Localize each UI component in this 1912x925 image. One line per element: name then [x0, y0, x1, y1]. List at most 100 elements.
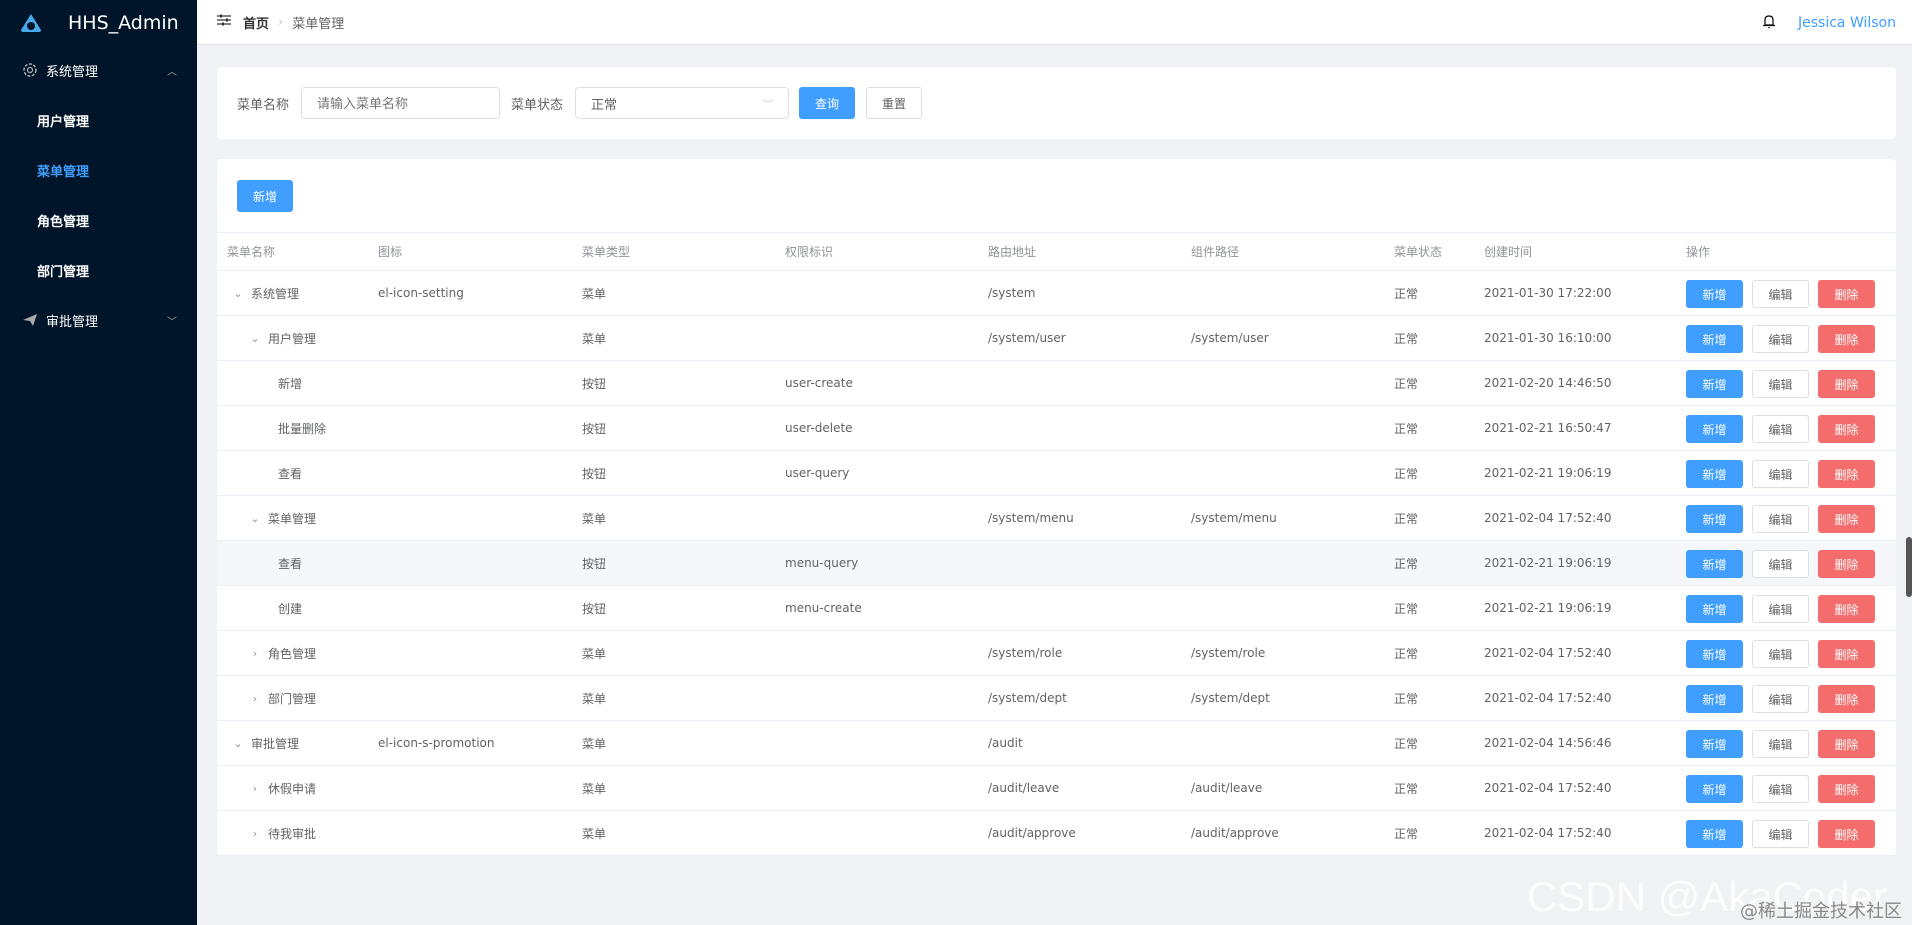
created-cell: 2021-02-21 19:06:19 [1484, 556, 1612, 570]
created-cell: 2021-02-21 19:06:19 [1484, 601, 1612, 615]
chevron-right-icon[interactable]: › [250, 647, 260, 660]
table-row[interactable]: › 待我审批 菜单/audit/approve/audit/approve 正常 202… [217, 811, 1896, 856]
menu-status-select[interactable]: 正常 ﹀ [575, 87, 790, 119]
delete-button[interactable]: 删除 [1818, 640, 1875, 668]
status-cell: 正常 [1394, 466, 1419, 481]
edit-button[interactable]: 编辑 [1752, 370, 1809, 398]
delete-button[interactable]: 删除 [1818, 415, 1875, 443]
menu-status-label: 菜单状态 [511, 97, 564, 113]
menu-name: 批量删除 [278, 421, 327, 436]
sidebar-item-menus[interactable]: 菜单管理 [0, 145, 197, 195]
header: 首页 › 菜单管理 Jessica Wilson [197, 0, 1912, 45]
delete-button[interactable]: 删除 [1818, 820, 1875, 848]
delete-button[interactable]: 删除 [1818, 280, 1875, 308]
edit-button[interactable]: 编辑 [1752, 595, 1809, 623]
add-child-button[interactable]: 新增 [1686, 280, 1743, 308]
delete-button[interactable]: 删除 [1818, 505, 1875, 533]
reset-button[interactable]: 重置 [866, 87, 923, 119]
chevron-down-icon[interactable]: ⌄ [250, 512, 260, 525]
sidebar-item-roles[interactable]: 角色管理 [0, 195, 197, 245]
delete-button[interactable]: 删除 [1818, 325, 1875, 353]
edit-button[interactable]: 编辑 [1752, 415, 1809, 443]
delete-button[interactable]: 删除 [1818, 460, 1875, 488]
name-cell: › 部门管理 [250, 676, 316, 720]
add-child-button[interactable]: 新增 [1686, 325, 1743, 353]
add-child-button[interactable]: 新增 [1686, 550, 1743, 578]
add-child-button[interactable]: 新增 [1686, 460, 1743, 488]
table-row[interactable]: 创建 按钮 menu-create 正常 2021-02-21 19:06:19 新增 编辑… [217, 586, 1896, 631]
add-child-button[interactable]: 新增 [1686, 505, 1743, 533]
chevron-down-icon[interactable]: ⌄ [233, 287, 243, 300]
table-row[interactable]: 批量删除 按钮 user-delete 正常 2021-02-21 16:50:47 新增… [217, 406, 1896, 451]
add-child-button[interactable]: 新增 [1686, 730, 1743, 758]
edit-button[interactable]: 编辑 [1752, 325, 1809, 353]
type-cell: 菜单 [582, 781, 607, 796]
column-header: 组件路径 [1191, 245, 1240, 259]
edit-button[interactable]: 编辑 [1752, 820, 1809, 848]
table-row[interactable]: › 部门管理 菜单/system/dept/system/dept 正常 2021-02… [217, 676, 1896, 721]
delete-button[interactable]: 删除 [1818, 370, 1875, 398]
sidebar-item-users[interactable]: 用户管理 [0, 95, 197, 145]
delete-button[interactable]: 删除 [1818, 550, 1875, 578]
type-cell: 菜单 [582, 511, 607, 526]
edit-button[interactable]: 编辑 [1752, 550, 1809, 578]
table-row[interactable]: ⌄ 用户管理 菜单/system/user/system/user 正常 2021-01… [217, 316, 1896, 361]
delete-button[interactable]: 删除 [1818, 595, 1875, 623]
created-cell: 2021-02-04 14:56:46 [1484, 736, 1612, 750]
column-header: 菜单状态 [1394, 245, 1443, 259]
add-child-button[interactable]: 新增 [1686, 595, 1743, 623]
edit-button[interactable]: 编辑 [1752, 775, 1809, 803]
created-cell: 2021-02-04 17:52:40 [1484, 691, 1612, 705]
user-name[interactable]: Jessica Wilson [1798, 15, 1896, 31]
table-row[interactable]: ⌄ 系统管理 el-icon-setting 菜单/system 正常 2021-01-3… [217, 271, 1896, 316]
name-cell: › 角色管理 [250, 631, 316, 675]
edit-button[interactable]: 编辑 [1752, 505, 1809, 533]
add-child-button[interactable]: 新增 [1686, 775, 1743, 803]
table-row[interactable]: 查看 按钮 menu-query 正常 2021-02-21 19:06:19 新增 编辑删… [217, 541, 1896, 586]
scrollbar[interactable] [1906, 537, 1912, 597]
chevron-down-icon[interactable]: ⌄ [233, 737, 243, 750]
sidebar-group-audit[interactable]: 审批管理 ﹀ [0, 295, 197, 345]
add-child-button[interactable]: 新增 [1686, 685, 1743, 713]
add-child-button[interactable]: 新增 [1686, 820, 1743, 848]
add-menu-button[interactable]: 新增 [237, 180, 293, 212]
status-cell: 正常 [1394, 826, 1419, 841]
table-row[interactable]: 新增 按钮 user-create 正常 2021-02-20 14:46:50 新增 编辑… [217, 361, 1896, 406]
add-child-button[interactable]: 新增 [1686, 415, 1743, 443]
sidebar-item-label: 用户管理 [37, 114, 90, 130]
table-row[interactable]: 查看 按钮 user-query 正常 2021-02-21 19:06:19 新增 编辑删… [217, 451, 1896, 496]
edit-button[interactable]: 编辑 [1752, 280, 1809, 308]
edit-button[interactable]: 编辑 [1752, 460, 1809, 488]
table-row[interactable]: ⌄ 菜单管理 菜单/system/menu/system/menu 正常 2021-02… [217, 496, 1896, 541]
sidebar-item-depts[interactable]: 部门管理 [0, 245, 197, 295]
chevron-down-icon[interactable]: ⌄ [250, 332, 260, 345]
chevron-right-icon[interactable]: › [250, 827, 260, 840]
add-child-button[interactable]: 新增 [1686, 370, 1743, 398]
permission-cell: menu-create [785, 601, 862, 615]
chevron-right-icon[interactable]: › [250, 782, 260, 795]
collapse-menu-icon[interactable] [217, 14, 231, 30]
table-row[interactable]: › 角色管理 菜单/system/role/system/role 正常 2021-02… [217, 631, 1896, 676]
column-header: 菜单名称 [227, 245, 276, 259]
delete-button[interactable]: 删除 [1818, 685, 1875, 713]
table-row[interactable]: › 休假申请 菜单/audit/leave/audit/leave 正常 2021-02… [217, 766, 1896, 811]
edit-button[interactable]: 编辑 [1752, 730, 1809, 758]
bell-icon[interactable] [1762, 13, 1776, 33]
delete-button[interactable]: 删除 [1818, 730, 1875, 758]
menu-name-input[interactable] [301, 87, 501, 119]
status-cell: 正常 [1394, 286, 1419, 301]
component-cell: /system/dept [1191, 691, 1270, 705]
menu-name: 用户管理 [268, 331, 317, 346]
edit-button[interactable]: 编辑 [1752, 685, 1809, 713]
add-child-button[interactable]: 新增 [1686, 640, 1743, 668]
query-button[interactable]: 查询 [799, 87, 856, 119]
icon-cell: el-icon-setting [378, 286, 464, 300]
name-cell: ⌄ 审批管理 [233, 721, 299, 765]
status-cell: 正常 [1394, 376, 1419, 391]
chevron-right-icon[interactable]: › [250, 692, 260, 705]
breadcrumb-home[interactable]: 首页 [243, 13, 269, 32]
edit-button[interactable]: 编辑 [1752, 640, 1809, 668]
delete-button[interactable]: 删除 [1818, 775, 1875, 803]
table-row[interactable]: ⌄ 审批管理 el-icon-s-promotion 菜单/audit 正常 2021-0… [217, 721, 1896, 766]
sidebar-group-system[interactable]: 系统管理 ︿ [0, 45, 197, 95]
